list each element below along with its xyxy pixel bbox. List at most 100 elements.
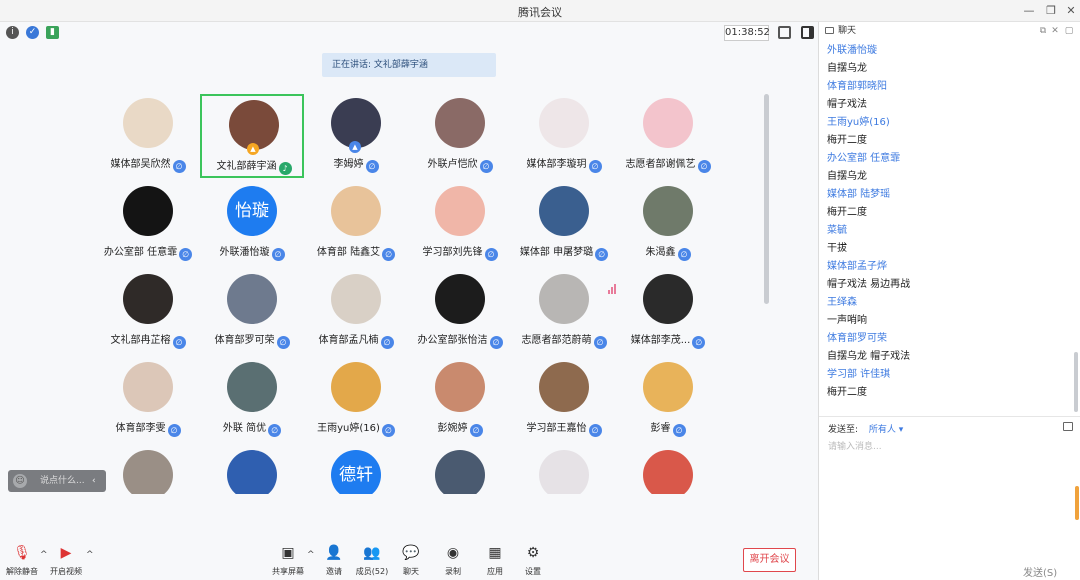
emoji-icon[interactable]: ☺ <box>13 474 27 488</box>
participant-name: 外联 简优 ∅ <box>200 419 304 437</box>
chat-input[interactable]: 请输入消息... <box>828 439 1028 452</box>
participant-tile[interactable]: 体育部 陆鑫艾 ∅ <box>304 182 408 266</box>
participant-name-text: 体育部罗可荣 <box>214 335 275 346</box>
participant-name-text: 体育部李雯 <box>115 423 166 434</box>
apps-button[interactable]: ▦ 应用 <box>475 544 515 580</box>
participant-tile[interactable]: 体育部李雯 ∅ <box>96 358 200 442</box>
send-button[interactable]: 发送(S) <box>1023 564 1057 579</box>
participant-tile[interactable] <box>616 446 720 494</box>
collapse-arrow-icon[interactable]: ‹ <box>92 470 96 492</box>
participant-tile[interactable]: 德轩 <box>304 446 408 494</box>
participant-tile[interactable] <box>96 446 200 494</box>
participant-name: 外联潘怡璇 ∅ <box>200 243 304 261</box>
avatar <box>435 362 485 412</box>
mic-muted-icon: ∅ <box>268 424 282 437</box>
participant-tile[interactable] <box>512 446 616 494</box>
video-options-chevron-icon[interactable]: ^ <box>86 550 94 560</box>
chat-message: 梅开二度 <box>827 387 867 398</box>
say-something-box[interactable]: ☺ 说点什么... ‹ <box>8 470 106 492</box>
participant-tile[interactable]: 体育部孟凡楠 ∅ <box>304 270 408 354</box>
participant-tile[interactable]: 外联 简优 ∅ <box>200 358 304 442</box>
participant-tile[interactable]: ▲ 文礼部薛宇涵 ♪ <box>200 94 304 178</box>
participant-tile[interactable]: 办公室部张怡洁 ∅ <box>408 270 512 354</box>
chat-sender: 体育部罗可荣 <box>827 333 887 344</box>
chat-button[interactable]: 💬 聊天 <box>391 544 431 580</box>
avatar <box>435 274 485 324</box>
members-button[interactable]: 👥 成员(52) <box>352 544 392 580</box>
participant-tile[interactable] <box>200 446 304 494</box>
participant-tile[interactable]: 媒体部 申屠梦璐 ∅ <box>512 182 616 266</box>
grid-scrollbar[interactable] <box>764 94 769 304</box>
meeting-area: i ✓ ▮ 01:38:52 正在讲话: 文礼部薛宇涵 媒体部吴欣然 ∅ ▲ 文礼部薛… <box>0 22 818 580</box>
participant-name: 王雨yu婷(16) ∅ <box>304 419 408 437</box>
send-to-select[interactable]: 所有人 ▾ <box>869 425 903 435</box>
invite-button[interactable]: 👤 邀请 <box>314 544 354 580</box>
popout-icon[interactable]: ⧉ <box>1037 22 1049 40</box>
avatar <box>123 186 173 236</box>
meeting-timer: 01:38:52 <box>724 25 770 41</box>
chat-message: 干拔 <box>827 243 847 254</box>
participant-tile[interactable]: 媒体部李璇玥 ∅ <box>512 94 616 178</box>
participant-tile[interactable]: 朱渴鑫 ∅ <box>616 182 720 266</box>
info-icon[interactable]: i <box>6 26 19 39</box>
participant-tile[interactable]: 志愿者部范蔚萌 ∅ <box>512 270 616 354</box>
participant-tile[interactable]: 媒体部李茂... ∅ <box>616 270 720 354</box>
record-button[interactable]: ◉ 录制 <box>433 544 473 580</box>
participant-tile[interactable]: 学习部王嘉怡 ∅ <box>512 358 616 442</box>
participant-name: 文礼部冉芷榕 ∅ <box>96 331 200 349</box>
chat-scrollbar[interactable] <box>1074 352 1078 412</box>
close-button[interactable]: ✕ <box>1062 2 1080 20</box>
restore-button[interactable]: ❐ <box>1042 2 1060 20</box>
avatar <box>435 450 485 494</box>
chat-close-icon[interactable]: ✕ <box>1049 22 1061 40</box>
participant-name: 体育部 陆鑫艾 ∅ <box>304 243 408 261</box>
participant-tile[interactable]: 怡璇 外联潘怡璇 ∅ <box>200 182 304 266</box>
signal-icon[interactable]: ▮ <box>46 26 59 39</box>
participant-name: 外联卢恺欣 ∅ <box>408 155 512 173</box>
mic-muted-icon: ∅ <box>692 336 706 349</box>
avatar <box>643 362 693 412</box>
fullscreen-icon[interactable] <box>778 26 791 39</box>
minimize-button[interactable]: — <box>1020 2 1038 20</box>
mic-muted-icon: ∅ <box>276 336 290 349</box>
participant-tile[interactable]: 外联卢恺欣 ∅ <box>408 94 512 178</box>
image-icon[interactable] <box>1063 422 1073 431</box>
chat-icon: 💬 <box>402 545 420 561</box>
chat-message: 自摆乌龙 帽子戏法 <box>827 351 911 362</box>
apps-label: 应用 <box>487 567 503 576</box>
chat-divider <box>819 416 1080 417</box>
participant-tile[interactable] <box>408 446 512 494</box>
share-screen-label: 共享屏幕 <box>272 567 304 576</box>
mic-muted-icon: ∅ <box>172 160 186 173</box>
participant-name-text: 办公室部张怡洁 <box>417 335 488 346</box>
avatar <box>435 186 485 236</box>
chat-bubble-icon <box>825 27 834 34</box>
mic-muted-icon: ∅ <box>469 424 483 437</box>
chat-sender: 菜毓 <box>827 225 847 236</box>
participant-tile[interactable]: 志愿者部谢佩艺 ∅ <box>616 94 720 178</box>
participant-tile[interactable]: 彭婉婷 ∅ <box>408 358 512 442</box>
chat-more-icon[interactable]: ▢ <box>1063 22 1075 40</box>
participant-tile[interactable]: 办公室部 任意霏 ∅ <box>96 182 200 266</box>
unmute-button[interactable]: 🎙 解除静音 <box>2 544 42 580</box>
participant-tile[interactable]: 彭睿 ∅ <box>616 358 720 442</box>
participant-tile[interactable]: 王雨yu婷(16) ∅ <box>304 358 408 442</box>
participant-tile[interactable]: 媒体部吴欣然 ∅ <box>96 94 200 178</box>
participant-tile[interactable]: 体育部罗可荣 ∅ <box>200 270 304 354</box>
participant-tile[interactable]: 文礼部冉芷榕 ∅ <box>96 270 200 354</box>
start-video-button[interactable]: ▶ 开启视频 <box>46 544 86 580</box>
participant-name-text: 体育部 陆鑫艾 <box>316 247 381 258</box>
shield-icon[interactable]: ✓ <box>26 26 39 39</box>
layout-toggle-icon[interactable] <box>801 26 814 39</box>
participant-tile[interactable]: 学习部刘先锋 ∅ <box>408 182 512 266</box>
avatar <box>539 98 589 148</box>
leave-meeting-button[interactable]: 离开会议 <box>743 548 796 572</box>
participant-name: 志愿者部范蔚萌 ∅ <box>512 331 616 349</box>
settings-button[interactable]: ⚙ 设置 <box>513 544 553 580</box>
input-resize-handle[interactable] <box>1075 486 1079 520</box>
share-screen-button[interactable]: ▣ 共享屏幕 <box>268 544 308 580</box>
participant-tile[interactable]: ▲ 李姆婷 ∅ <box>304 94 408 178</box>
participant-name-text: 王雨yu婷(16) <box>317 423 380 434</box>
chat-message-list: 外联潘怡璇 自摆乌龙 体育部郭晓阳 帽子戏法 王雨yu婷(16) 梅开二度 办公室部 任意霏… <box>827 42 1071 422</box>
record-label: 录制 <box>445 567 461 576</box>
